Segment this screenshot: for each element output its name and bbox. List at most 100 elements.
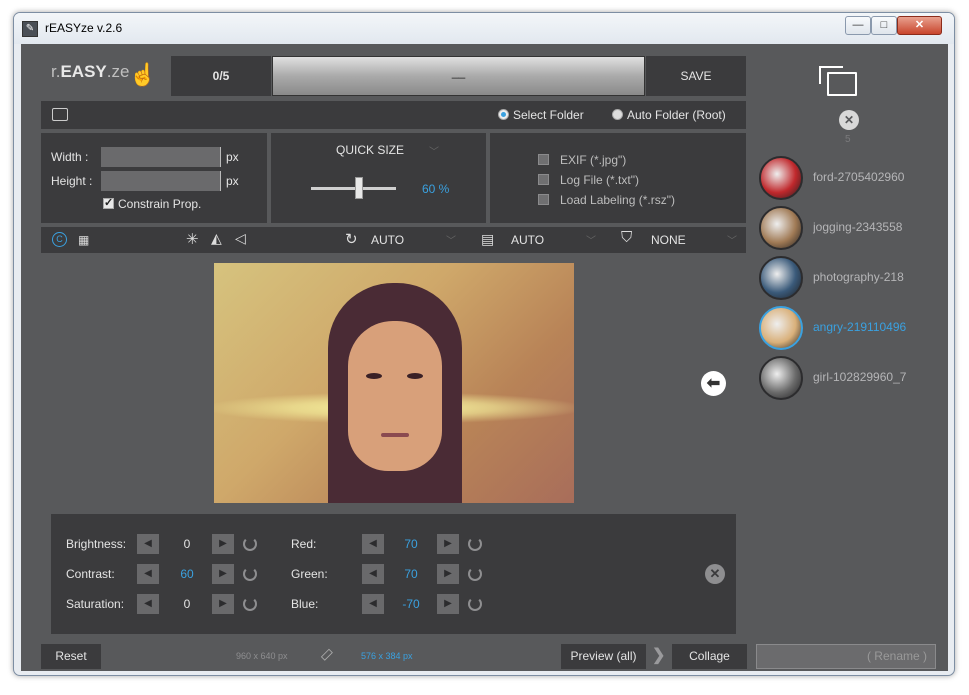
format-dropdown-icon[interactable]: ﹀ <box>586 232 596 247</box>
image-toolbar: C ▦ ✳ ◭ ◁ ↻ AUTO ﹀ ▤ AUTO ﹀ ⛉ NONE ﹀ <box>41 227 746 253</box>
close-adjustments-icon[interactable]: ✕ <box>705 564 725 584</box>
copy-files-icon[interactable] <box>819 66 857 96</box>
brightness-value: 0 <box>183 537 191 551</box>
rename-input[interactable]: ( Rename ) <box>756 644 936 669</box>
close-button[interactable]: ✕ <box>897 16 942 35</box>
width-unit: px <box>226 150 239 164</box>
filter-icon[interactable]: ⛉ <box>621 229 632 246</box>
blue-reset-icon[interactable] <box>468 597 482 611</box>
file-thumbnail[interactable] <box>759 206 803 250</box>
saturation-reset-icon[interactable] <box>243 597 257 611</box>
constrain-checkbox[interactable] <box>103 196 114 209</box>
constrain-label: Constrain Prop. <box>118 197 202 211</box>
size-panel: Width : px Height : px Constrain Prop. <box>41 133 267 223</box>
flip-vertical-icon[interactable]: ◁ <box>235 230 246 247</box>
logo-suffix: .ze <box>106 62 130 81</box>
auto-folder-radio[interactable] <box>612 109 623 120</box>
image-preview <box>214 263 574 503</box>
format-value[interactable]: AUTO <box>511 233 544 247</box>
saturation-label: Saturation: <box>66 597 125 611</box>
app-icon: ✎ <box>22 21 38 37</box>
height-label: Height : <box>51 174 93 188</box>
save-button[interactable]: SAVE <box>646 56 746 96</box>
file-name[interactable]: jogging-2343558 <box>813 220 908 234</box>
adjustments-panel: Brightness: ◀ 0 ▶ Contrast: ◀ 60 ▶ Satur… <box>51 514 736 634</box>
brightness-decrease[interactable]: ◀ <box>137 534 159 554</box>
format-icon[interactable]: ▤ <box>481 231 494 248</box>
quick-size-label: QUICK SIZE <box>336 143 405 157</box>
contrast-decrease[interactable]: ◀ <box>137 564 159 584</box>
face-shape <box>348 321 442 471</box>
load-labeling-checkbox[interactable] <box>538 194 549 205</box>
blue-increase[interactable]: ▶ <box>437 594 459 614</box>
select-folder-label[interactable]: Select Folder <box>513 108 584 122</box>
flip-horizontal-icon[interactable]: ◭ <box>211 230 222 247</box>
open-folder-icon[interactable] <box>52 108 68 121</box>
log-file-label: Log File (*.txt") <box>560 173 639 187</box>
file-name[interactable]: photography-218 <box>813 270 908 284</box>
remove-all-icon[interactable]: ✕ <box>839 110 859 130</box>
reset-button[interactable]: Reset <box>41 644 101 669</box>
main-client: r.EASY.ze ☝ 0/5 __ SAVE Select Folder Au… <box>21 44 948 671</box>
file-thumbnail[interactable] <box>759 156 803 200</box>
file-thumbnail[interactable] <box>759 306 803 350</box>
blue-label: Blue: <box>291 597 319 611</box>
quick-size-slider[interactable] <box>311 187 396 190</box>
rotate-dropdown-icon[interactable]: ﹀ <box>446 232 456 247</box>
blue-value: -70 <box>402 597 420 611</box>
auto-folder-label[interactable]: Auto Folder (Root) <box>627 108 726 122</box>
copyright-icon[interactable]: C <box>52 232 67 247</box>
saturation-decrease[interactable]: ◀ <box>137 594 159 614</box>
back-arrow-icon[interactable]: ⬅ <box>701 371 726 396</box>
green-decrease[interactable]: ◀ <box>362 564 384 584</box>
title-bar: ✎ rEASYze v.2.6 — □ ✕ <box>14 13 954 44</box>
height-unit: px <box>226 174 239 188</box>
file-name[interactable]: angry-219110496 <box>813 320 908 334</box>
file-thumbnail[interactable] <box>759 256 803 300</box>
progress-counter: 0/5 <box>171 56 271 96</box>
rotate-icon[interactable]: ↻ <box>345 230 358 248</box>
saturation-value: 0 <box>183 597 191 611</box>
green-reset-icon[interactable] <box>468 567 482 581</box>
green-increase[interactable]: ▶ <box>437 564 459 584</box>
red-value: 70 <box>404 537 418 551</box>
red-increase[interactable]: ▶ <box>437 534 459 554</box>
grid-icon[interactable]: ▦ <box>78 233 89 247</box>
hand-pointer-icon: ☝ <box>129 62 157 87</box>
width-input[interactable] <box>101 147 221 167</box>
green-label: Green: <box>291 567 328 581</box>
collage-button[interactable]: Collage <box>672 644 747 669</box>
filter-dropdown-icon[interactable]: ﹀ <box>727 232 737 247</box>
contrast-value: 60 <box>180 567 194 581</box>
file-thumbnail[interactable] <box>759 356 803 400</box>
exif-checkbox[interactable] <box>538 154 549 165</box>
select-folder-radio[interactable] <box>498 109 509 120</box>
minimize-button[interactable]: — <box>845 16 871 35</box>
contrast-label: Contrast: <box>66 567 115 581</box>
red-reset-icon[interactable] <box>468 537 482 551</box>
maximize-button[interactable]: □ <box>871 16 897 35</box>
rotate-value[interactable]: AUTO <box>371 233 404 247</box>
red-decrease[interactable]: ◀ <box>362 534 384 554</box>
brightness-increase[interactable]: ▶ <box>212 534 234 554</box>
contrast-reset-icon[interactable] <box>243 567 257 581</box>
file-name[interactable]: ford-2705402960 <box>813 170 908 184</box>
log-file-checkbox[interactable] <box>538 174 549 185</box>
saturation-increase[interactable]: ▶ <box>212 594 234 614</box>
brightness-icon[interactable]: ✳ <box>186 230 199 248</box>
file-name[interactable]: girl-102829960_7 <box>813 370 908 384</box>
progress-bar: __ <box>272 56 645 96</box>
logo-main: EASY <box>60 62 107 81</box>
chevron-down-icon[interactable]: ﹀ <box>429 143 439 158</box>
brightness-reset-icon[interactable] <box>243 537 257 551</box>
new-size: 576 x 384 px <box>361 651 413 661</box>
filter-value[interactable]: NONE <box>651 233 686 247</box>
contrast-increase[interactable]: ▶ <box>212 564 234 584</box>
width-label: Width : <box>51 150 89 164</box>
blue-decrease[interactable]: ◀ <box>362 594 384 614</box>
height-input[interactable] <box>101 171 221 191</box>
app-window: ✎ rEASYze v.2.6 — □ ✕ r.EASY.ze ☝ 0/5 __… <box>13 12 955 676</box>
window-title: rEASYze v.2.6 <box>45 21 123 35</box>
preview-all-button[interactable]: Preview (all) <box>561 644 646 669</box>
quick-size-slider-thumb[interactable] <box>355 177 363 199</box>
